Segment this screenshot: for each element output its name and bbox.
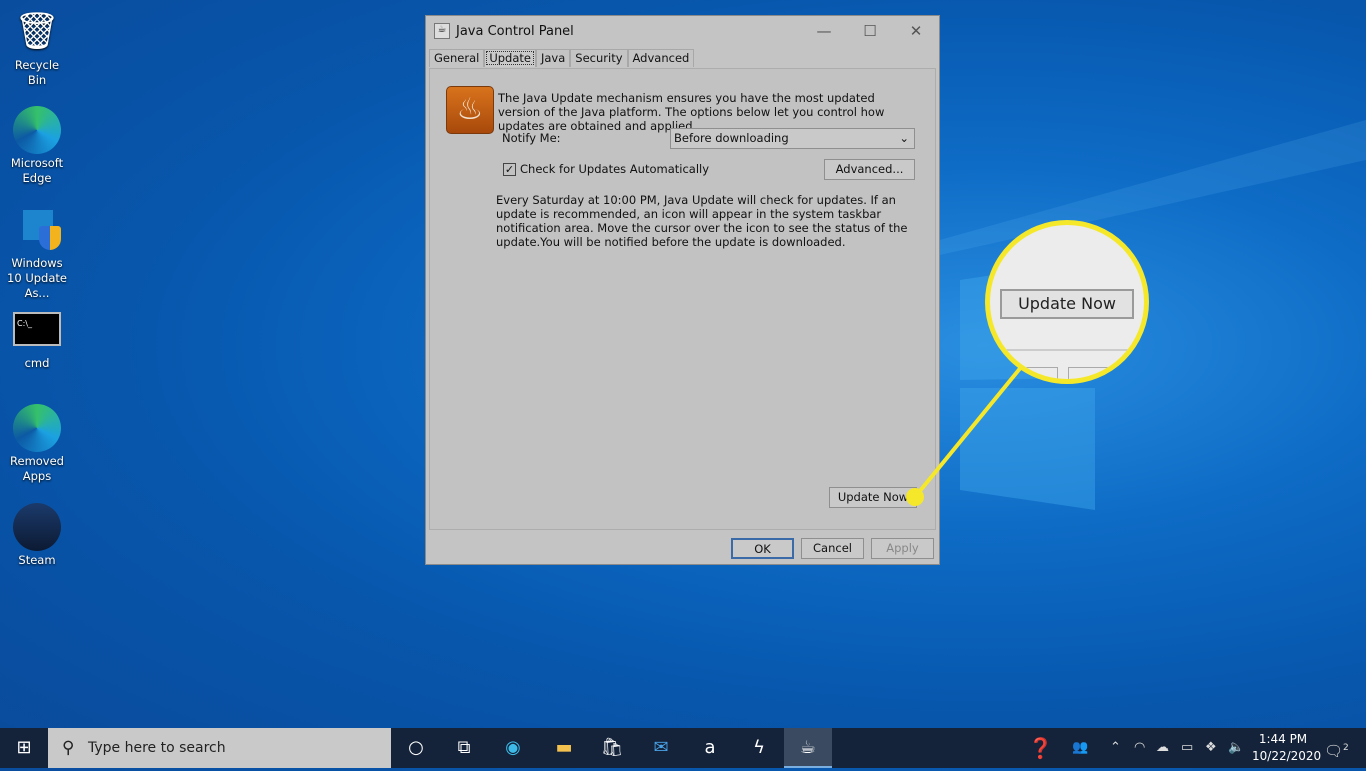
onedrive-icon[interactable]: ☁ [1156,728,1169,768]
volume-icon[interactable]: 🔈 [1228,728,1244,768]
clock[interactable]: 1:44 PM 10/22/2020 [1252,731,1321,765]
notifications-icon[interactable]: 🗨2 [1324,728,1349,768]
java-taskbar-icon[interactable]: ☕ [784,728,832,768]
taskbar: ⊞ ⚲ Type here to search ○ ⧉ ◉ ▬ 🛍 ✉ a ϟ ☕… [0,728,1366,768]
search-icon: ⚲ [62,738,75,758]
mail-icon[interactable]: ✉ [637,728,685,768]
callout-magnifier: Update Now [985,220,1149,384]
start-button[interactable]: ⊞ [0,728,48,768]
cortana-icon[interactable]: ○ [392,728,440,768]
app-icon[interactable]: ϟ [735,728,783,768]
wifi-icon[interactable]: ◠ [1134,728,1145,768]
taskbar-search-box[interactable]: ⚲ Type here to search [48,728,391,768]
store-icon[interactable]: 🛍 [588,728,636,768]
show-hidden-icons[interactable]: ⌃ [1110,728,1121,768]
task-view-icon[interactable]: ⧉ [440,728,488,768]
callout-line [906,364,1024,506]
amazon-icon[interactable]: a [686,728,734,768]
callout-update-now-button: Update Now [1000,289,1134,319]
file-explorer-icon[interactable]: ▬ [540,728,588,768]
battery-icon[interactable]: ▭ [1181,728,1193,768]
edge-taskbar-icon[interactable]: ◉ [489,728,537,768]
help-icon[interactable]: ❓ [1028,728,1053,768]
dropbox-icon[interactable]: ❖ [1205,728,1217,768]
people-icon[interactable]: 👥 [1072,728,1088,768]
